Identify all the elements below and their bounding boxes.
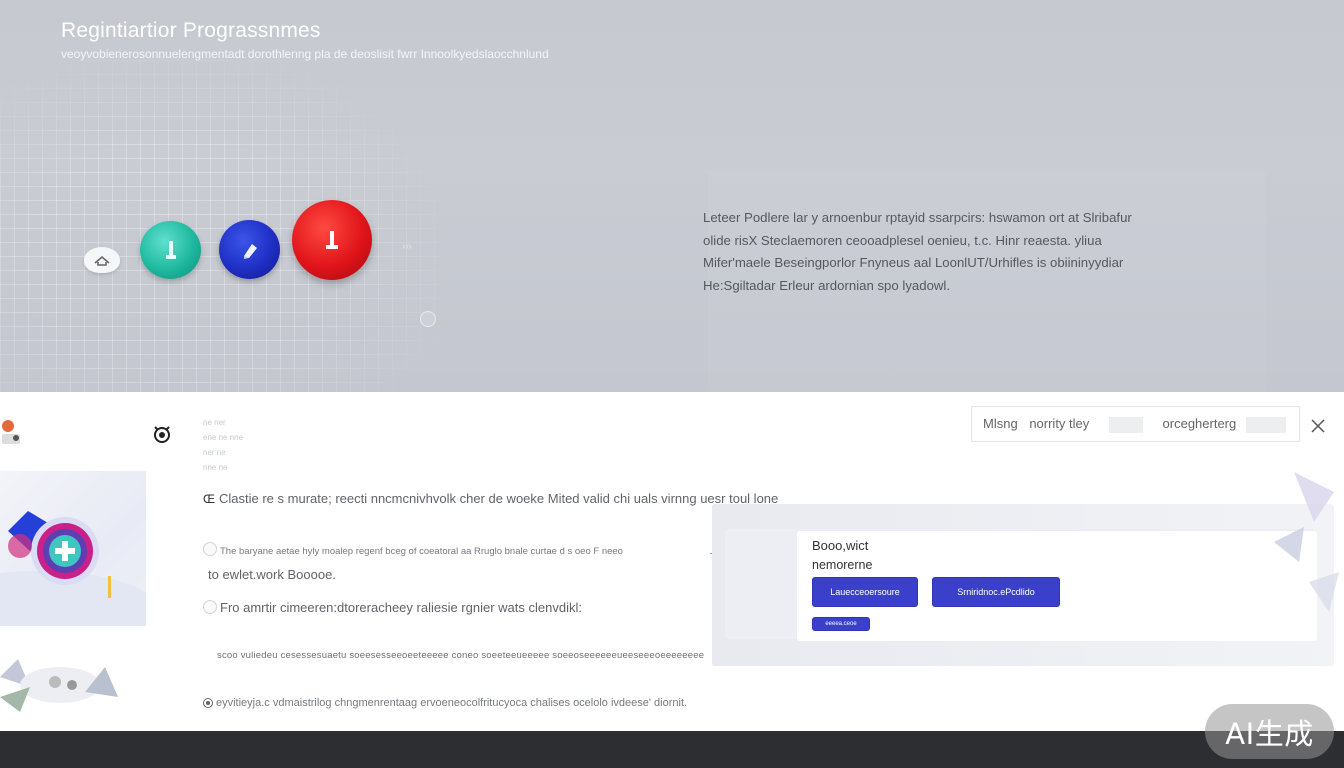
page-subtitle: veoyvobienerosonnuelengmentadt dorothlen… (61, 47, 549, 61)
registration-card: ne ner ene ne nne ner ne nne ne Œ Clastie… (0, 392, 1344, 731)
step-1-home[interactable] (84, 247, 120, 273)
scroll-dot (420, 311, 436, 327)
meta-line: ne ner (203, 418, 226, 427)
meta-line: nne ne (203, 463, 228, 472)
description-text: Leteer Podlere lar y arnoenbur rptayid s… (703, 207, 1173, 297)
brand-logo-icon (0, 414, 22, 450)
radio-option-label: The baryane aetae hyly moalep regenf bce… (220, 546, 623, 557)
close-icon[interactable] (1310, 418, 1326, 434)
step-4-error[interactable] (292, 200, 372, 280)
description-line: Mifer'maele Beseingporlor Fnyneus aal Lo… (703, 255, 1124, 270)
info-icon (161, 237, 181, 263)
page-title: Regintiartior Prograssnmes (61, 19, 321, 42)
meta-line: ner ne (203, 448, 226, 457)
meta-line: ene ne nne (203, 433, 244, 442)
search-chip (1108, 416, 1143, 433)
option-3-text: scoo vuliedeu cesessesuaetu soeesesseeoe… (217, 650, 705, 661)
description-line: He:Sgiltadar Erleur ardornian spo lyadow… (703, 277, 951, 293)
search-placeholder-mid: norrity tley (1029, 416, 1090, 431)
search-placeholder-left: Mlsng (983, 416, 1018, 431)
radio-button-checked[interactable] (203, 698, 213, 708)
radio-option-label: Fro amrtir cimeeren:dtoreracheey raliesi… (220, 600, 582, 615)
radio-option-1[interactable]: The baryane aetae hyly moalep regenf bce… (203, 542, 623, 557)
footer-bar (0, 731, 1344, 768)
intro-text: Clastie re s murate; reecti nncmcnivhvol… (219, 491, 779, 506)
intro-icon: Œ (203, 492, 215, 506)
small-action-button[interactable]: eeeea.ceoe (812, 617, 870, 631)
grid-background (0, 60, 440, 392)
description-line: olide risX Steclaemoren ceooadplesel oen… (703, 232, 1102, 248)
home-icon (92, 254, 112, 266)
primary-button[interactable]: Lauecceoersoure (812, 577, 918, 607)
radio-option-label: eyvitieyja.c vdmaistrilog chngmenrentaag… (216, 697, 688, 709)
decorative-shapes-icon (1254, 452, 1344, 672)
secondary-button[interactable]: Srniridnoc.ePcdlido (932, 577, 1060, 607)
radio-option-2[interactable]: Fro amrtir cimeeren:dtoreracheey raliesi… (203, 600, 582, 615)
radio-option-4[interactable]: eyvitieyja.c vdmaistrilog chngmenrentaag… (203, 697, 687, 709)
chevron-right-icon: ››› (402, 241, 412, 252)
radio-option-1-continued: to ewlet.work Booooe. (208, 567, 336, 582)
intro-row: Œ Clastie re s murate; reecti nncmcnivhvo… (203, 491, 778, 506)
step-3-active[interactable] (219, 220, 280, 279)
search-input[interactable]: Mlsng norrity tley orcegherterg (971, 406, 1300, 442)
confirm-dialog: Booo,wict nemorerne Lauecceoersoure Srni… (797, 531, 1317, 641)
step-2-complete[interactable] (140, 221, 201, 279)
illustration-panel (0, 471, 160, 651)
search-placeholder-right: orcegherterg (1162, 416, 1237, 431)
search-tail (1245, 416, 1286, 433)
edit-icon (238, 238, 262, 262)
gear-icon[interactable] (150, 422, 174, 446)
watermark-badge: AI生成 (1205, 704, 1334, 759)
radio-button[interactable] (203, 542, 217, 556)
dialog-title: Booo,wict (812, 538, 869, 553)
radio-button[interactable] (203, 600, 217, 614)
meta-info: ne ner ene ne nne ner ne nne ne (203, 415, 243, 475)
hero-section: Regintiartior Prograssnmes veoyvobienero… (0, 0, 1344, 392)
illustration-secondary (0, 637, 146, 717)
dialog-subtitle: nemorerne (812, 558, 873, 572)
alert-icon (321, 226, 343, 254)
description-line: Leteer Podlere lar y arnoenbur rptayid s… (703, 210, 1132, 225)
